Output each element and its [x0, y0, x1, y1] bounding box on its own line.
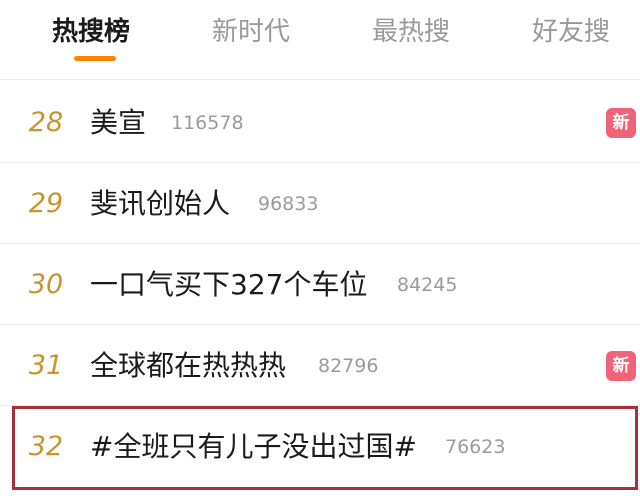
active-tab-indicator [74, 56, 116, 61]
topic-title: 全球都在热热热 [90, 349, 287, 382]
list-item[interactable]: 31 全球都在热热热 82796 新 [0, 325, 640, 406]
heat-count: 84245 [397, 274, 458, 296]
new-badge: 新 [606, 108, 636, 138]
list-item[interactable]: 30 一口气买下327个车位 84245 [0, 244, 640, 325]
tab-bar-divider [0, 79, 640, 80]
topic-title: 一口气买下327个车位 [90, 268, 368, 301]
tab-friends-search[interactable]: 好友搜 [532, 12, 610, 52]
rank-number: 30 [28, 269, 64, 300]
tab-top-searched[interactable]: 最热搜 [372, 12, 450, 52]
rank-number: 32 [28, 431, 64, 462]
tab-bar: 热搜榜 新时代 最热搜 好友搜 [0, 0, 640, 68]
rank-number: 28 [28, 107, 64, 138]
heat-count: 96833 [258, 193, 319, 215]
list-item[interactable]: 28 美宣 116578 新 [0, 82, 640, 163]
heat-count: 116578 [171, 112, 244, 134]
heat-count: 82796 [318, 355, 379, 377]
hot-search-screen: 热搜榜 新时代 最热搜 好友搜 28 美宣 116578 新 29 斐讯创始人 … [0, 0, 640, 498]
topic-title: #全班只有儿子没出过国# [90, 430, 417, 463]
list-item[interactable]: 29 斐讯创始人 96833 [0, 163, 640, 244]
tab-new-era[interactable]: 新时代 [212, 12, 290, 52]
heat-count: 76623 [445, 436, 506, 458]
rank-number: 29 [28, 188, 64, 219]
tab-hot-search[interactable]: 热搜榜 [52, 12, 130, 52]
rank-number: 31 [28, 350, 64, 381]
topic-title: 美宣 [90, 106, 147, 139]
topic-title: 斐讯创始人 [90, 187, 231, 220]
list-item-highlighted[interactable]: 32 #全班只有儿子没出过国# 76623 [0, 406, 640, 487]
new-badge: 新 [606, 351, 636, 381]
